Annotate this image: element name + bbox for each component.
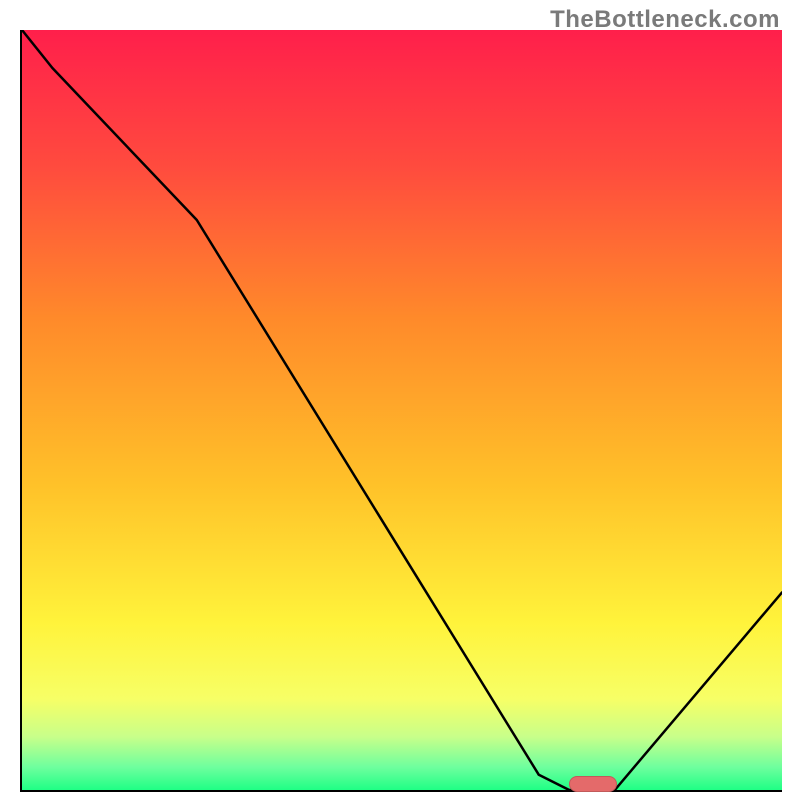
chart-plot-area [20,30,782,792]
gradient-background [22,30,782,790]
